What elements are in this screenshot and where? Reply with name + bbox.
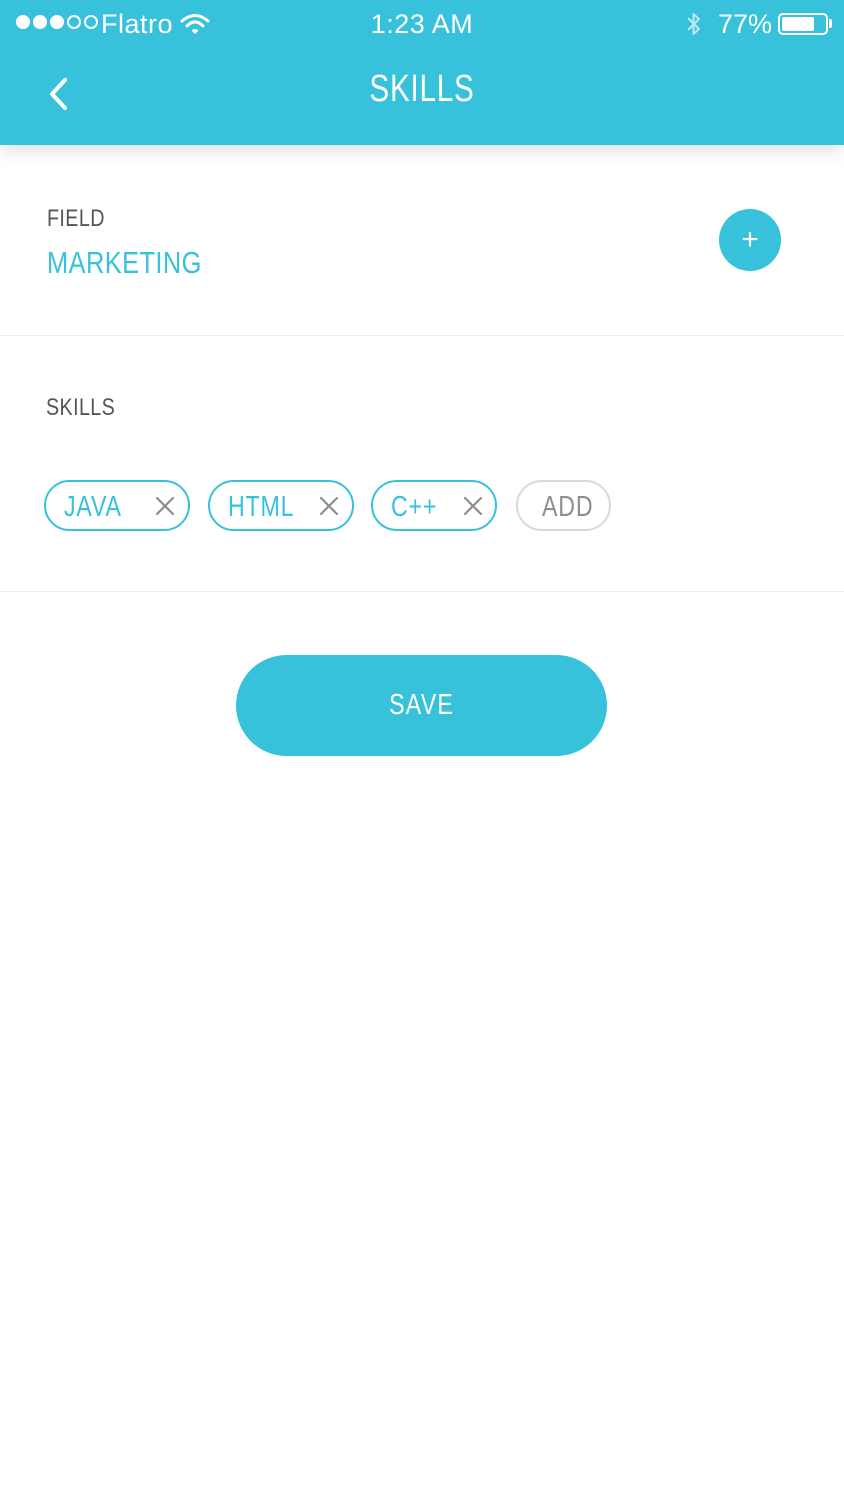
battery-percent: 77%	[718, 9, 773, 39]
field-section: FIELD MARKETING +	[0, 145, 844, 336]
back-button[interactable]	[38, 72, 78, 116]
battery-fill	[782, 17, 814, 31]
save-label: SAVE	[389, 689, 454, 721]
close-icon[interactable]	[154, 495, 176, 517]
add-skill-button[interactable]: ADD	[516, 480, 611, 531]
skill-chip-java[interactable]: JAVA	[44, 480, 190, 531]
add-field-button[interactable]: +	[719, 209, 781, 271]
app-header: Flatro 1:23 AM 77% SKILLS	[0, 0, 844, 145]
close-icon[interactable]	[318, 495, 340, 517]
page-title: SKILLS	[369, 68, 475, 110]
skill-chip-label: C++	[391, 491, 438, 523]
field-value[interactable]: MARKETING	[47, 245, 202, 281]
battery-icon	[778, 13, 828, 35]
skills-label: SKILLS	[46, 394, 116, 421]
close-icon[interactable]	[462, 495, 484, 517]
skill-chip-label: HTML	[228, 491, 295, 523]
skill-chip-html[interactable]: HTML	[208, 480, 354, 531]
battery-tip	[829, 19, 832, 28]
status-bar: Flatro 1:23 AM 77%	[0, 0, 844, 48]
add-skill-label: ADD	[542, 491, 594, 523]
field-label: FIELD	[47, 205, 105, 232]
bluetooth-icon	[684, 10, 704, 43]
plus-icon: +	[741, 223, 759, 256]
chevron-left-icon	[50, 78, 67, 110]
skill-chip-label: JAVA	[64, 491, 122, 523]
skills-section: SKILLS JAVA HTML C++ ADD	[0, 336, 844, 592]
save-button[interactable]: SAVE	[236, 655, 607, 756]
skill-chip-cpp[interactable]: C++	[371, 480, 497, 531]
